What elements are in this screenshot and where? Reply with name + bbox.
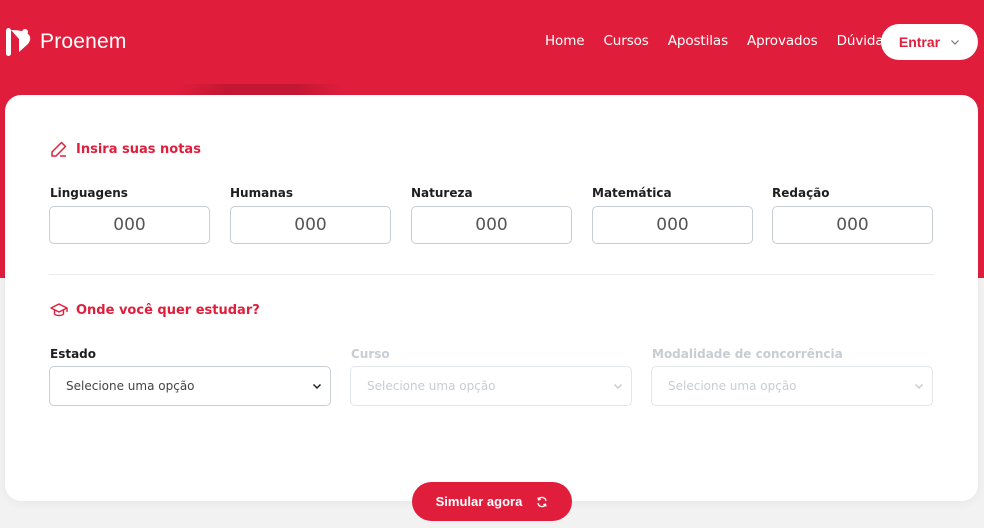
chevron-down-icon [951,40,960,45]
main-nav: Home Cursos Apostilas Aprovados Dúvidas [545,33,909,49]
nav-cursos[interactable]: Cursos [603,33,648,49]
study-section-title: Onde você quer estudar? [50,301,260,319]
simulator-card: Insira suas notas Linguagens Humanas Nat… [5,95,978,501]
label-redacao: Redação [772,186,830,200]
select-modalidade-value: Selecione uma opção [668,379,797,393]
select-curso-value: Selecione uma opção [367,379,496,393]
chevron-down-icon [613,383,623,390]
brand-logo[interactable]: Proenem [6,26,127,58]
label-estado: Estado [50,347,97,361]
login-label: Entrar [898,34,941,50]
select-estado[interactable]: Selecione uma opção [49,366,331,406]
label-humanas: Humanas [230,186,293,200]
chevron-down-icon [914,383,924,390]
study-title-text: Onde você quer estudar? [76,302,260,318]
label-matematica: Matemática [592,186,672,200]
label-natureza: Natureza [411,186,473,200]
input-linguagens[interactable] [49,206,210,244]
input-redacao[interactable] [772,206,933,244]
brand-name: Proenem [40,30,127,53]
nav-aprovados[interactable]: Aprovados [747,33,818,49]
login-button[interactable]: Entrar [881,24,978,60]
select-estado-value: Selecione uma opção [66,379,195,393]
grades-title-text: Insira suas notas [76,141,201,157]
label-linguagens: Linguagens [50,186,128,200]
input-natureza[interactable] [411,206,572,244]
nav-apostilas[interactable]: Apostilas [668,33,728,49]
label-modalidade: Modalidade de concorrência [652,347,843,361]
select-modalidade[interactable]: Selecione uma opção [651,366,933,406]
select-curso[interactable]: Selecione uma opção [350,366,632,406]
input-matematica[interactable] [592,206,753,244]
chevron-down-icon [312,383,322,390]
logo-icon [6,28,31,56]
label-curso: Curso [351,347,390,361]
simulate-button[interactable]: Simular agora [412,482,572,521]
simulate-label: Simular agora [435,494,523,509]
section-divider [49,274,934,275]
pencil-icon [51,141,67,157]
graduation-cap-icon [50,303,68,317]
nav-home[interactable]: Home [545,33,585,49]
input-humanas[interactable] [230,206,391,244]
grades-section-title: Insira suas notas [50,140,201,158]
refresh-icon [537,496,547,507]
